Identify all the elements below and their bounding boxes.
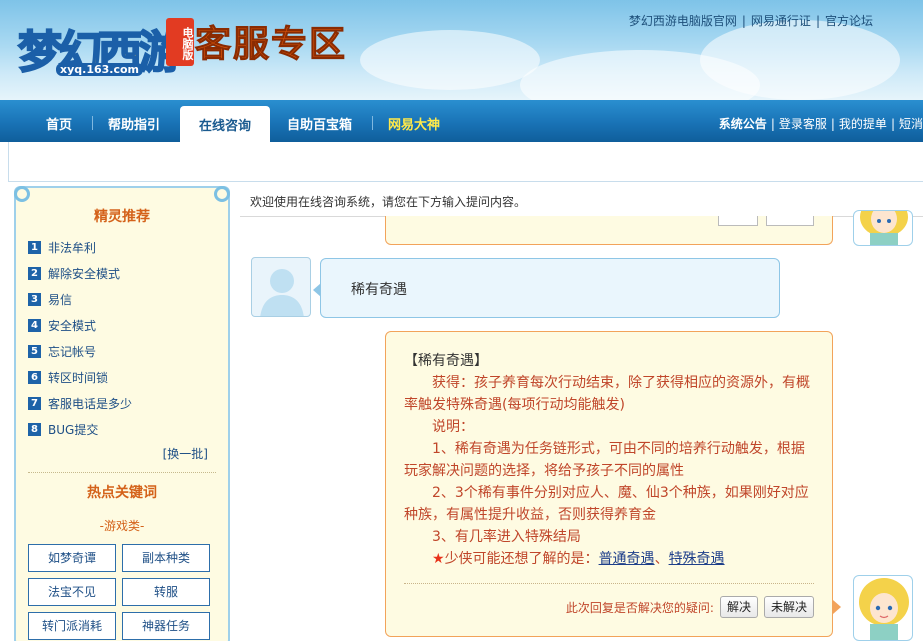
keyword-category: -游戏类- [99,519,145,533]
item-label[interactable]: 安全模式 [48,317,96,334]
user-message-text: 稀有奇遇 [351,282,407,298]
feedback-question: 此次回复是否解决您的疑问: [565,600,714,615]
related-prefix: 少侠可能还想了解的是： [444,551,599,567]
item-label[interactable]: 客服电话是多少 [48,395,132,412]
previous-solved-button[interactable] [718,216,758,226]
nav-divider [92,116,93,130]
corner-decoration [14,186,30,202]
item-number: 3 [28,292,41,306]
logo-url: xyq.163.com [56,63,143,76]
keyword-button[interactable]: 法宝不见 [28,578,116,606]
keyword-button[interactable]: 神器任务 [122,612,210,640]
hot-keywords-title: 热点关键词 [87,485,157,501]
recommend-title: 精灵推荐 [94,209,150,225]
previous-reply-bubble [385,216,833,245]
reply-heading: 【稀有奇遇】 [404,353,488,369]
cloud-decoration [360,30,540,90]
recommend-list: 1 非法牟利 2 解除安全模式 3 易信 4 安全模式 5 忘记帐号 6 转区时间锁 7 客服… [28,234,132,442]
assistant-avatar [853,210,913,246]
list-item[interactable]: 2 解除安全模式 [28,260,132,286]
item-number: 1 [28,240,41,254]
main-nav: 首页 帮助指引 在线咨询 自助百宝箱 网易大神 系统公告 | 登录客服 | 我的提单 | 短… [0,100,923,142]
item-number: 4 [28,318,41,332]
nav-divider [372,116,373,130]
nav-login[interactable]: 登录客服 [779,117,827,131]
unsolved-button[interactable]: 未解决 [763,596,814,618]
nav-help[interactable]: 帮助指引 [108,114,160,133]
user-message-bubble: 稀有奇遇 [313,258,780,318]
item-number: 6 [28,370,41,384]
feedback-row: 此次回复是否解决您的疑问: 解决 未解决 [566,596,814,618]
top-links: 梦幻西游电脑版官网 | 网易通行证 | 官方论坛 [628,14,873,28]
list-item[interactable]: 1 非法牟利 [28,234,132,260]
list-item[interactable]: 7 客服电话是多少 [28,390,132,416]
passport-link[interactable]: 网易通行证 [751,14,811,28]
assistant-avatar-icon [859,578,909,640]
item-number: 5 [28,344,41,358]
nav-right-links: 系统公告 | 登录客服 | 我的提单 | 短消 [718,117,923,131]
user-avatar [251,257,311,317]
star-icon: ★ [432,551,445,567]
list-item[interactable]: 8 BUG提交 [28,416,132,442]
list-item[interactable]: 6 转区时间锁 [28,364,132,390]
reply-bubble: 【稀有奇遇】 获得：孩子养育每次行动结束，除了获得相应的资源外，有概率触发特殊奇… [385,331,841,637]
reply-content: 【稀有奇遇】 获得：孩子养育每次行动结束，除了获得相应的资源外，有概率触发特殊奇… [404,350,818,570]
nav-home[interactable]: 首页 [46,114,72,133]
item-number: 2 [28,266,41,280]
item-label[interactable]: BUG提交 [48,421,98,438]
item-label[interactable]: 非法牟利 [48,239,96,256]
list-item[interactable]: 5 忘记帐号 [28,338,132,364]
official-site-link[interactable]: 梦幻西游电脑版官网 [629,14,737,28]
forum-link[interactable]: 官方论坛 [825,14,873,28]
divider [28,472,216,473]
user-silhouette-icon [260,269,304,316]
site-title: 客服专区 [194,24,348,66]
item-number: 8 [28,422,41,436]
solved-button[interactable]: 解决 [719,596,758,618]
assistant-avatar-icon [860,211,908,245]
cloud-decoration [700,20,900,100]
corner-decoration [214,186,230,202]
item-label[interactable]: 忘记帐号 [48,343,96,360]
item-label[interactable]: 转区时间锁 [48,369,108,386]
list-item[interactable]: 3 易信 [28,286,132,312]
reply-paragraph: 1、稀有奇遇为任务链形式，可由不同的培养行动触发，根据玩家解决问题的选择，将给予… [404,441,805,479]
item-number: 7 [28,396,41,410]
reply-paragraph: 获得：孩子养育每次行动结束，除了获得相应的资源外，有概率触发特殊奇遇(每项行动均… [404,375,810,413]
welcome-text: 欢迎使用在线咨询系统，请您在下方输入提问内容。 [250,195,527,209]
related-link-special[interactable]: 特殊奇遇 [669,551,725,567]
nav-online-consult[interactable]: 在线咨询 [180,106,270,142]
related-separator: 、 [654,551,669,567]
keyword-button[interactable]: 转服 [122,578,210,606]
nav-messages[interactable]: 短消 [899,117,923,131]
site-header: 梦幻西游 电脑版 xyq.163.com 客服专区 梦幻西游电脑版官网 | 网易通行… [0,0,923,100]
sub-bar [8,142,923,182]
switch-batch-link[interactable]: [换一批] [163,445,208,462]
logo-badge: 电脑版 [166,18,194,66]
divider [404,583,814,584]
sidebar: 精灵推荐 1 非法牟利 2 解除安全模式 3 易信 4 安全模式 5 忘记帐号 6 转区时间… [14,186,230,641]
game-logo[interactable]: 梦幻西游 电脑版 xyq.163.com [12,6,194,79]
assistant-avatar [853,575,913,641]
keyword-button[interactable]: 转门派消耗 [28,612,116,640]
previous-unsolved-button[interactable] [766,216,814,226]
reply-paragraph: 3、有几率进入特殊结局 [432,529,581,545]
keyword-button[interactable]: 如梦奇谭 [28,544,116,572]
related-link-normal[interactable]: 普通奇遇 [599,551,655,567]
item-label[interactable]: 易信 [48,291,72,308]
reply-paragraph: 说明： [432,419,474,435]
nav-netease-dashen[interactable]: 网易大神 [388,114,440,133]
nav-my-tickets[interactable]: 我的提单 [839,117,887,131]
item-label[interactable]: 解除安全模式 [48,265,120,282]
nav-self-service[interactable]: 自助百宝箱 [287,114,352,133]
nav-announcement[interactable]: 系统公告 [719,117,767,131]
related-topics: ★少侠可能还想了解的是：普通奇遇、特殊奇遇 [404,548,818,570]
reply-paragraph: 2、3个稀有事件分别对应人、魔、仙3个种族，如果刚好对应种族，有属性提升收益，否… [404,485,809,523]
keyword-button[interactable]: 副本种类 [122,544,210,572]
list-item[interactable]: 4 安全模式 [28,312,132,338]
